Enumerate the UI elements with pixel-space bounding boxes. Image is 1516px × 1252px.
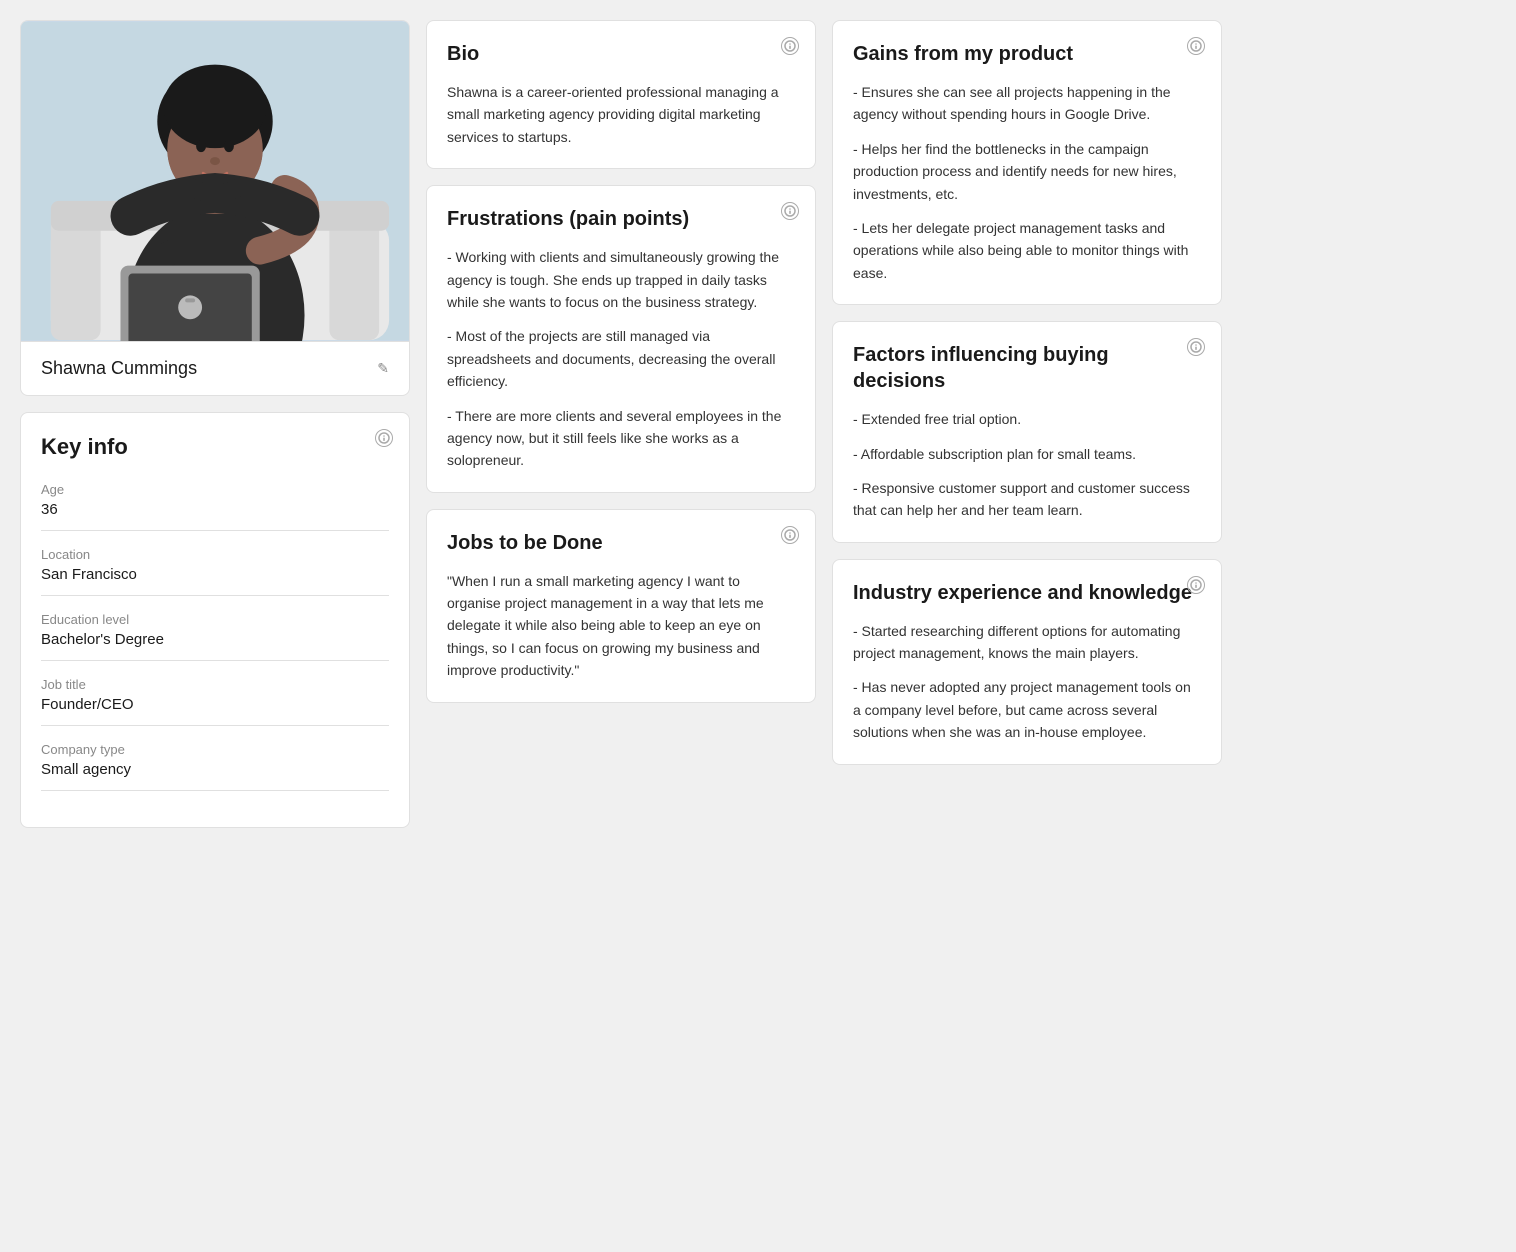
age-value: 36 bbox=[41, 501, 389, 531]
industry-point-2: - Has never adopted any project manageme… bbox=[853, 676, 1201, 743]
education-value: Bachelor's Degree bbox=[41, 631, 389, 661]
frustration-point-1: - Working with clients and simultaneousl… bbox=[447, 246, 795, 313]
jobs-title: Jobs to be Done bbox=[447, 530, 795, 556]
buying-point-1: - Extended free trial option. bbox=[853, 408, 1201, 430]
industry-point-1: - Started researching different options … bbox=[853, 620, 1201, 665]
bio-card: Bio Shawna is a career-oriented professi… bbox=[426, 20, 816, 169]
age-label: Age bbox=[41, 482, 389, 497]
frustration-point-2: - Most of the projects are still managed… bbox=[447, 325, 795, 392]
bio-content: Shawna is a career-oriented professional… bbox=[447, 81, 795, 148]
company-type-label: Company type bbox=[41, 742, 389, 757]
frustrations-title: Frustrations (pain points) bbox=[447, 206, 795, 232]
age-field: Age 36 bbox=[41, 482, 389, 531]
right-column: Gains from my product - Ensures she can … bbox=[832, 20, 1222, 828]
buying-decisions-card: Factors influencing buying decisions - E… bbox=[832, 321, 1222, 543]
location-field: Location San Francisco bbox=[41, 547, 389, 596]
profile-image bbox=[21, 21, 409, 341]
education-field: Education level Bachelor's Degree bbox=[41, 612, 389, 661]
key-info-card: Key info Age 36 Location San Francisco E… bbox=[20, 412, 410, 828]
frustration-point-3: - There are more clients and several emp… bbox=[447, 405, 795, 472]
buying-decisions-content: - Extended free trial option. - Affordab… bbox=[853, 408, 1201, 522]
gains-hint-icon[interactable] bbox=[1187, 37, 1205, 55]
gain-point-1: - Ensures she can see all projects happe… bbox=[853, 81, 1201, 126]
middle-column: Bio Shawna is a career-oriented professi… bbox=[426, 20, 816, 828]
jobs-card: Jobs to be Done "When I run a small mark… bbox=[426, 509, 816, 703]
gains-card: Gains from my product - Ensures she can … bbox=[832, 20, 1222, 305]
jobs-content: "When I run a small marketing agency I w… bbox=[447, 570, 795, 682]
profile-card: Shawna Cummings ✎ bbox=[20, 20, 410, 396]
frustrations-hint-icon[interactable] bbox=[781, 202, 799, 220]
location-label: Location bbox=[41, 547, 389, 562]
profile-name-row: Shawna Cummings ✎ bbox=[21, 341, 409, 395]
left-column: Shawna Cummings ✎ Key info Age 36 Locati… bbox=[20, 20, 410, 828]
industry-experience-card: Industry experience and knowledge - Star… bbox=[832, 559, 1222, 765]
industry-experience-content: - Started researching different options … bbox=[853, 620, 1201, 744]
location-value: San Francisco bbox=[41, 566, 389, 596]
bio-title: Bio bbox=[447, 41, 795, 67]
industry-hint-icon[interactable] bbox=[1187, 576, 1205, 594]
company-type-field: Company type Small agency bbox=[41, 742, 389, 791]
job-title-label: Job title bbox=[41, 677, 389, 692]
key-info-title: Key info bbox=[41, 433, 389, 462]
education-label: Education level bbox=[41, 612, 389, 627]
gains-content: - Ensures she can see all projects happe… bbox=[853, 81, 1201, 284]
buying-hint-icon[interactable] bbox=[1187, 338, 1205, 356]
bio-hint-icon[interactable] bbox=[781, 37, 799, 55]
edit-icon[interactable]: ✎ bbox=[377, 360, 389, 377]
buying-decisions-title: Factors influencing buying decisions bbox=[853, 342, 1201, 394]
job-title-field: Job title Founder/CEO bbox=[41, 677, 389, 726]
jobs-hint-icon[interactable] bbox=[781, 526, 799, 544]
company-type-value: Small agency bbox=[41, 761, 389, 791]
hint-icon[interactable] bbox=[375, 429, 393, 447]
gain-point-2: - Helps her find the bottlenecks in the … bbox=[853, 138, 1201, 205]
job-title-value: Founder/CEO bbox=[41, 696, 389, 726]
profile-name: Shawna Cummings bbox=[41, 358, 197, 379]
frustrations-card: Frustrations (pain points) - Working wit… bbox=[426, 185, 816, 493]
buying-point-2: - Affordable subscription plan for small… bbox=[853, 443, 1201, 465]
gains-title: Gains from my product bbox=[853, 41, 1201, 67]
industry-experience-title: Industry experience and knowledge bbox=[853, 580, 1201, 606]
frustrations-content: - Working with clients and simultaneousl… bbox=[447, 246, 795, 472]
profile-image-container bbox=[21, 21, 409, 341]
buying-point-3: - Responsive customer support and custom… bbox=[853, 477, 1201, 522]
gain-point-3: - Lets her delegate project management t… bbox=[853, 217, 1201, 284]
